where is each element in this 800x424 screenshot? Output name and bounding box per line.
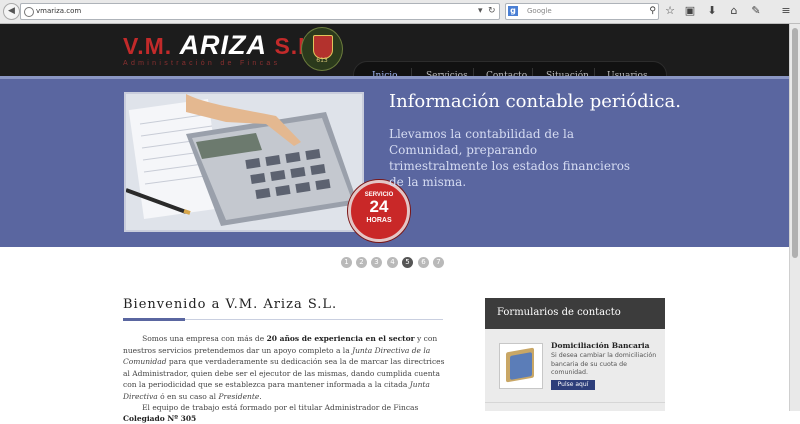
welcome-title: Bienvenido a V.M. Ariza S.L. [123, 297, 338, 312]
form-item-title: Domiciliación Bancaria [551, 341, 650, 350]
slider-dot[interactable]: 1 [341, 257, 352, 268]
logo-title: V.M. ARIZA S.L. [123, 30, 321, 60]
text-span: para que verdaderamente su dedicación se… [123, 357, 445, 389]
badge-bottom-text: HORAS [366, 217, 392, 224]
contact-forms-header: Formularios de contacto [485, 298, 665, 329]
form-item-text: Si desea cambiar la domiciliación bancar… [551, 352, 657, 376]
text-emphasis: 20 años de experiencia en el sector [266, 334, 415, 343]
slider-dot[interactable]: 2 [356, 257, 367, 268]
team-paragraph: El equipo de trabajo está formado por el… [123, 402, 445, 424]
badge-hours: 24 [369, 197, 389, 216]
calculator-image [126, 94, 362, 230]
search-engine-icon[interactable]: g [508, 6, 518, 16]
text-italic: Presidente [218, 391, 260, 401]
reload-icon[interactable]: ↻ [488, 4, 496, 19]
browser-toolbar: ◀ vmariza.com ▾ ↻ g Google ⚲ ☆ ▣ ⬇ ⌂ ✎ ≡ [0, 0, 800, 24]
logo[interactable]: V.M. ARIZA S.L. Administración de Fincas [123, 30, 321, 68]
title-rule-accent [123, 318, 185, 321]
folder-shape [510, 352, 532, 380]
menu-icon[interactable]: ≡ [778, 3, 794, 19]
slide-image [124, 92, 364, 232]
slider-dot-active[interactable]: 5 [402, 257, 413, 268]
panel-divider [485, 402, 665, 403]
url-bar[interactable]: vmariza.com ▾ ↻ [20, 3, 500, 20]
shield-icon [313, 35, 333, 59]
binoculars-icon[interactable]: ⚲ [649, 4, 656, 19]
text-span: Somos una empresa con más de [142, 334, 267, 343]
clipboard-icon[interactable]: ▣ [682, 3, 698, 19]
globe-icon [24, 7, 34, 17]
star-icon[interactable]: ☆ [662, 3, 678, 19]
slider-dot[interactable]: 4 [387, 257, 398, 268]
hero-title: Información contable periódica. [389, 91, 681, 112]
text-span: . [259, 391, 262, 401]
scrollbar-thumb[interactable] [792, 28, 798, 258]
hero-text: Llevamos la contabilidad de la Comunidad… [389, 127, 631, 189]
logo-name: ARIZA [179, 30, 268, 60]
home-icon[interactable]: ⌂ [726, 3, 742, 19]
search-bar[interactable]: g Google ⚲ [505, 3, 659, 20]
vertical-scrollbar[interactable] [789, 24, 800, 411]
documents-icon [499, 343, 543, 389]
url-text[interactable]: vmariza.com [36, 5, 81, 18]
slider-dot[interactable]: 6 [418, 257, 429, 268]
intro-paragraph: Somos una empresa con más de 20 años de … [123, 333, 445, 402]
logo-prefix: V.M. [123, 33, 180, 59]
text-emphasis: Colegiado Nº 305 [123, 414, 197, 423]
pulse-aqui-button[interactable]: Pulse aquí [551, 380, 595, 390]
slider-dot[interactable]: 7 [433, 257, 444, 268]
search-placeholder: Google [527, 7, 552, 15]
text-span: ó en su caso al [157, 391, 219, 401]
logo-subtitle: Administración de Fincas [123, 60, 281, 67]
dropdown-arrow-icon[interactable]: ▾ [478, 4, 483, 19]
seal-emblem: 613 [301, 27, 343, 71]
site-header: V.M. ARIZA S.L. Administración de Fincas… [0, 24, 789, 91]
chat-icon[interactable]: ✎ [748, 3, 764, 19]
seal-number: 613 [316, 57, 328, 64]
back-icon[interactable]: ◀ [3, 3, 20, 20]
contact-forms-title: Formularios de contacto [497, 307, 621, 318]
slider-dot[interactable]: 3 [371, 257, 382, 268]
download-icon[interactable]: ⬇ [704, 3, 720, 19]
